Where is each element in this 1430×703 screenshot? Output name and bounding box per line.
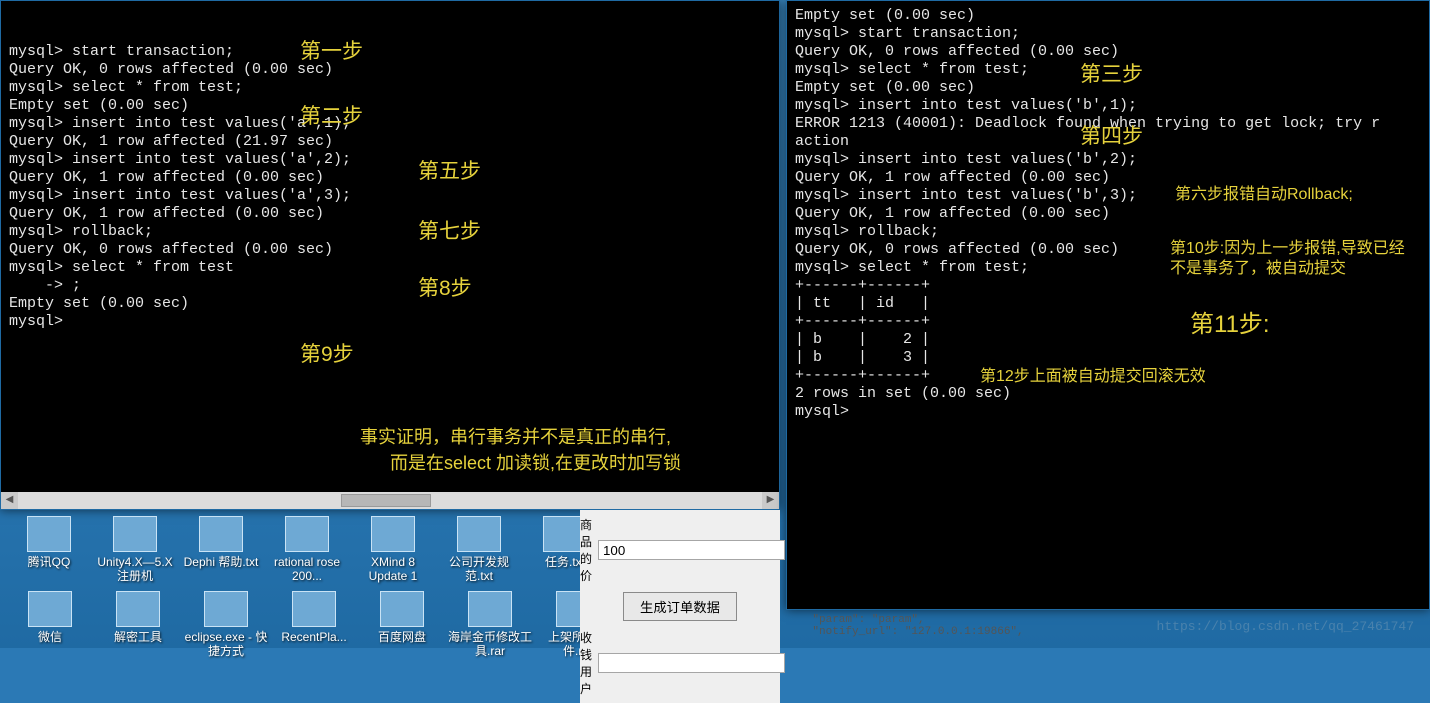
terminal-line: mysql> — [795, 403, 1421, 421]
scroll-left-btn[interactable]: ◀ — [1, 492, 18, 509]
terminal-line: Empty set (0.00 sec) — [9, 295, 771, 313]
terminal-line: Query OK, 1 row affected (0.00 sec) — [9, 169, 771, 187]
terminal-line: mysql> select * from test; — [9, 79, 771, 97]
icon-label: RecentPla... — [281, 630, 346, 644]
terminal-right[interactable]: Empty set (0.00 sec)mysql> start transac… — [786, 0, 1430, 610]
terminal-line: Query OK, 0 rows affected (0.00 sec) — [9, 241, 771, 259]
terminal-line: Query OK, 1 row affected (0.00 sec) — [795, 205, 1421, 223]
step1-label: 第一步 — [300, 35, 363, 65]
terminal-line: mysql> insert into test values('a',2); — [9, 151, 771, 169]
watermark: https://blog.csdn.net/qq_27461747 — [1157, 619, 1414, 634]
terminal-line: -> ; — [9, 277, 771, 295]
step2-label: 第二步 — [300, 100, 363, 130]
offline-user-label: 收钱用户 — [580, 629, 598, 697]
step3-label: 第三步 — [1080, 58, 1143, 88]
step11-label: 第11步: — [1190, 304, 1270, 339]
step9-label: 第9步 — [300, 338, 354, 368]
icon-label: 公司开发规范.txt — [437, 555, 521, 583]
terminal-line: Empty set (0.00 sec) — [9, 97, 771, 115]
terminal-line: +------+------+ — [795, 277, 1421, 295]
file-icon — [199, 516, 243, 552]
icon-label: Unity4.X—5.X注册机 — [93, 555, 177, 583]
file-icon — [116, 591, 160, 627]
terminal-line: | b | 2 | — [795, 331, 1421, 349]
file-icon — [113, 516, 157, 552]
terminal-line: mysql> — [9, 313, 771, 331]
scroll-thumb[interactable] — [341, 494, 431, 507]
file-icon — [285, 516, 329, 552]
terminal-line: 2 rows in set (0.00 sec) — [795, 385, 1421, 403]
terminal-line: mysql> insert into test values('b',2); — [795, 151, 1421, 169]
icon-label: 海岸金币修改工具.rar — [448, 630, 532, 658]
step4-label: 第四步 — [1080, 120, 1143, 150]
icon-label: rational rose 200... — [265, 555, 349, 583]
price-label: 商品的价 — [580, 516, 598, 584]
file-icon — [292, 591, 336, 627]
terminal-line: mysql> insert into test values('a',3); — [9, 187, 771, 205]
terminal-line: mysql> rollback; — [9, 223, 771, 241]
step10b: 不是事务了，被自动提交 — [1170, 254, 1346, 278]
file-icon — [28, 591, 72, 627]
file-icon — [468, 591, 512, 627]
icon-label: Dephi 帮助.txt — [184, 555, 259, 569]
step12-label: 第12步上面被自动提交回滚无效 — [980, 362, 1206, 386]
file-icon — [27, 516, 71, 552]
generate-btn[interactable]: 生成订单数据 — [623, 592, 737, 621]
file-icon — [457, 516, 501, 552]
icon-label: 腾讯QQ — [28, 555, 71, 569]
file-icon — [204, 591, 248, 627]
desktop-icon[interactable]: 公司开发规范.txt — [436, 516, 522, 583]
desktop-icon[interactable]: Unity4.X—5.X注册机 — [92, 516, 178, 583]
icon-label: 百度网盘 — [378, 630, 426, 644]
terminal-line: mysql> insert into test values('a',1); — [9, 115, 771, 133]
icon-label: 解密工具 — [114, 630, 162, 644]
desktop-icon[interactable]: Dephi 帮助.txt — [178, 516, 264, 583]
scroll-right-btn[interactable]: ▶ — [762, 492, 779, 509]
terminal-line: Query OK, 0 rows affected (0.00 sec) — [9, 61, 771, 79]
icon-label: 任务.txt — [545, 555, 585, 569]
terminal-line: mysql> insert into test values('b',1); — [795, 97, 1421, 115]
desktop-icon[interactable]: XMind 8 Update 1 — [350, 516, 436, 583]
step7-label: 第七步 — [418, 215, 481, 245]
offline-user-input[interactable] — [598, 653, 785, 673]
desktop-icon[interactable]: rational rose 200... — [264, 516, 350, 583]
icon-label: XMind 8 Update 1 — [351, 555, 435, 583]
terminal-line: Empty set (0.00 sec) — [795, 7, 1421, 25]
order-form: 商品的价 生成订单数据 收钱用户 — [580, 510, 780, 703]
icon-label: eclipse.exe - 快捷方式 — [184, 630, 268, 658]
fact-b: 而是在select 加读锁,在更改时加写锁 — [390, 449, 681, 475]
terminal-line: +------+------+ — [795, 313, 1421, 331]
icon-label: 微信 — [38, 630, 62, 644]
step5-label: 第五步 — [418, 155, 481, 185]
terminal-line: mysql> start transaction; — [9, 43, 771, 61]
desktop-icon[interactable]: 腾讯QQ — [6, 516, 92, 583]
terminal-line: Query OK, 1 row affected (0.00 sec) — [9, 205, 771, 223]
fact-a: 事实证明，串行事务并不是真正的串行, — [360, 423, 671, 449]
scrollbar-horizontal[interactable]: ◀ ▶ — [1, 492, 779, 509]
terminal-line: | tt | id | — [795, 295, 1421, 313]
file-icon — [371, 516, 415, 552]
file-icon — [380, 591, 424, 627]
terminal-line: Query OK, 1 row affected (21.97 sec) — [9, 133, 771, 151]
step8-label: 第8步 — [418, 272, 472, 302]
terminal-line: mysql> select * from test — [9, 259, 771, 277]
step6-label: 第六步报错自动Rollback; — [1175, 180, 1353, 204]
terminal-line: mysql> start transaction; — [795, 25, 1421, 43]
price-input[interactable] — [598, 540, 785, 560]
